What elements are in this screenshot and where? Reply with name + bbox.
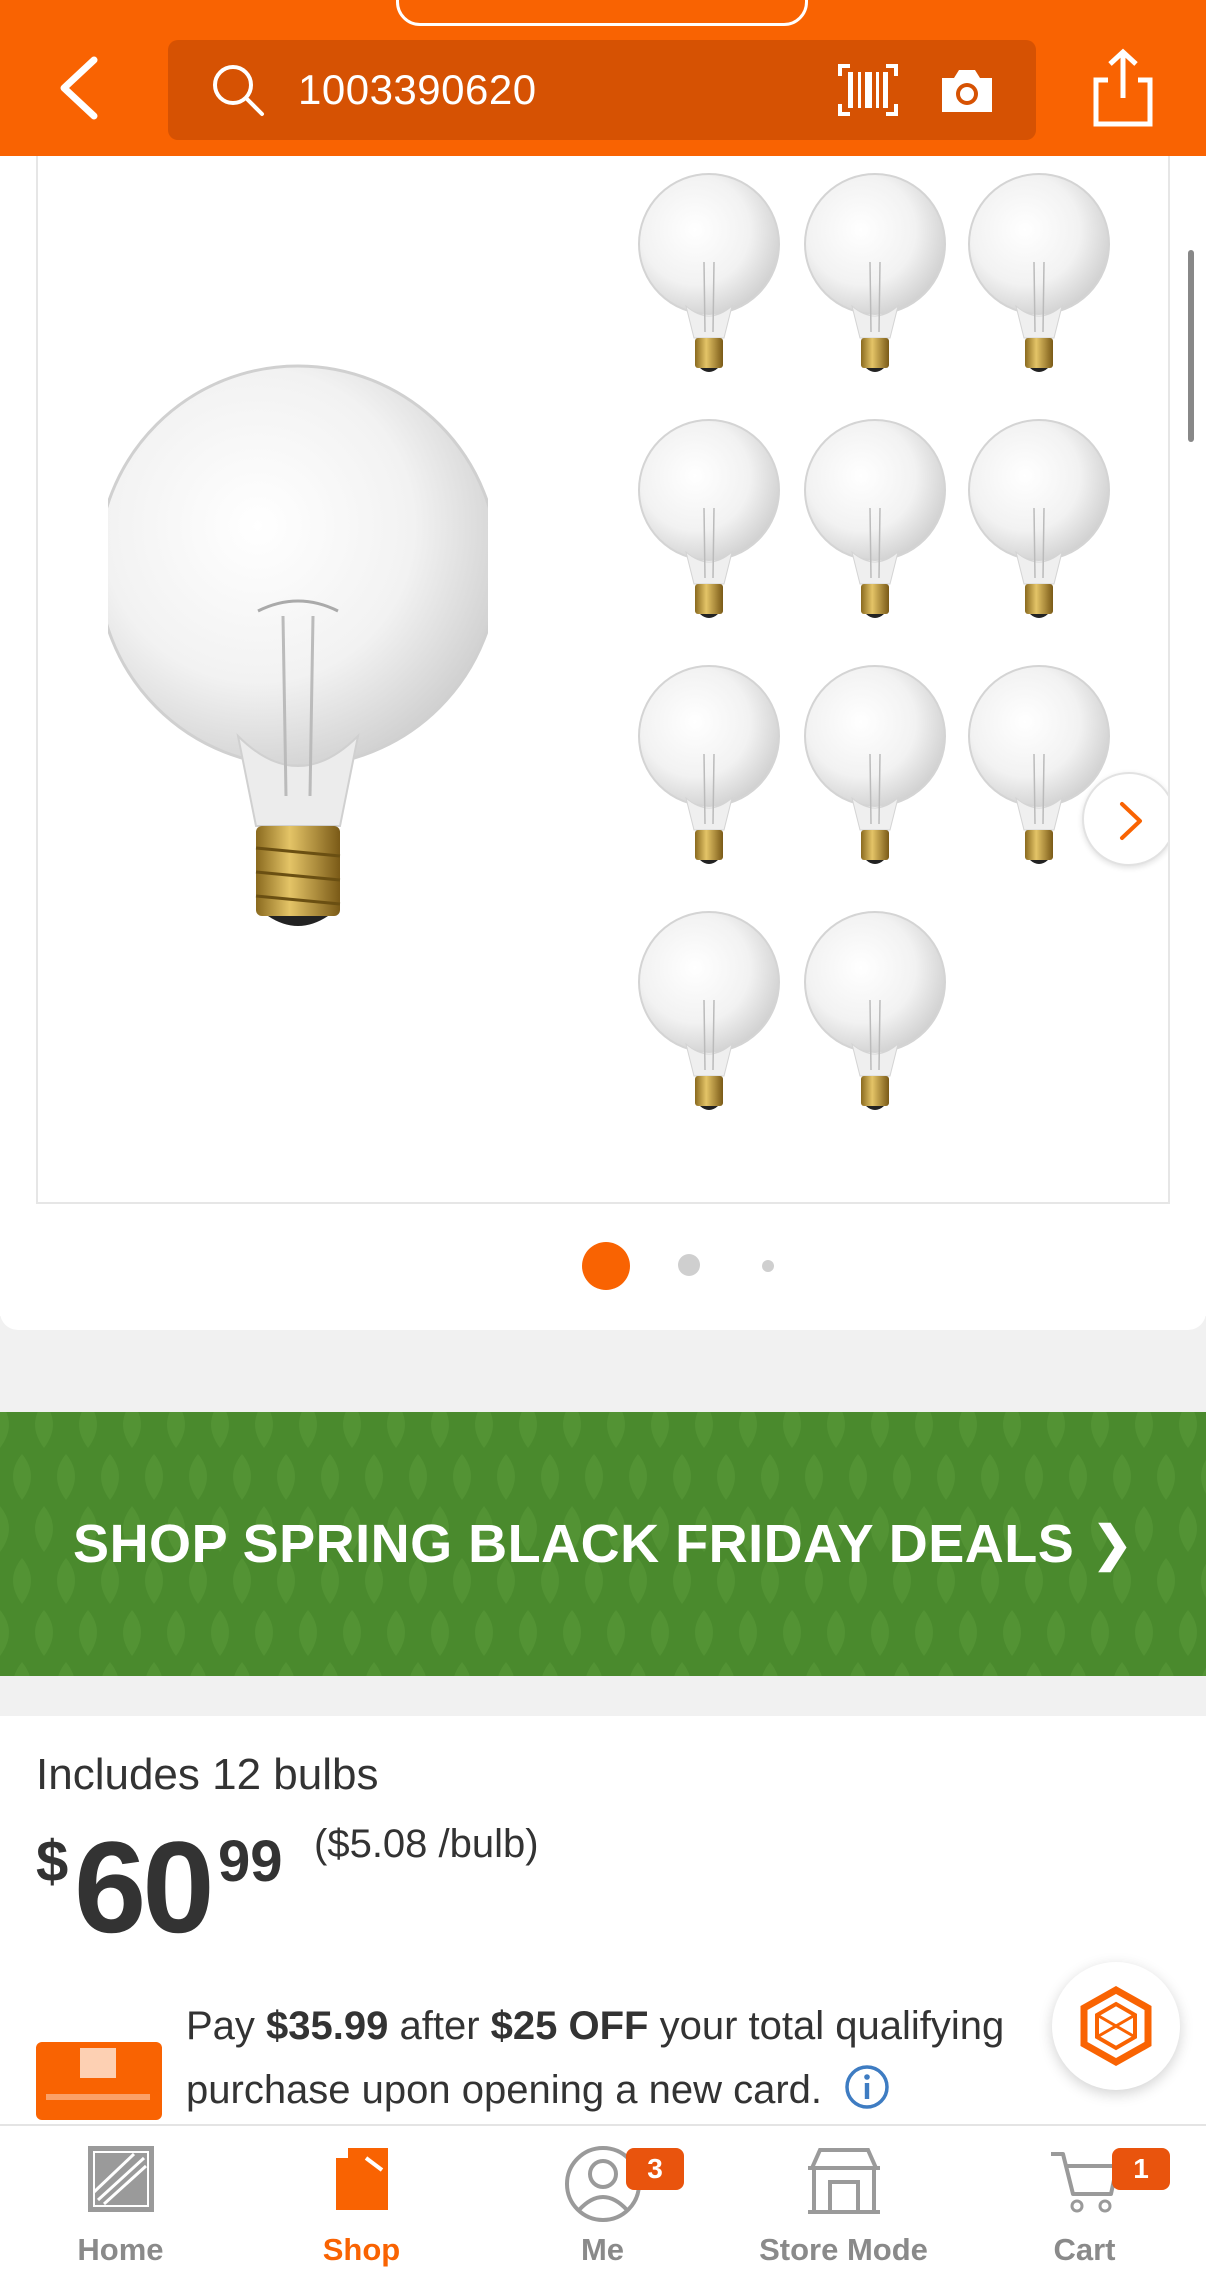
home-depot-logo-icon (87, 2146, 154, 2212)
hexagon-logo-icon (1080, 1986, 1152, 2066)
promo-banner[interactable]: SHOP SPRING BLACK FRIDAY DEALS ❯ (0, 1412, 1206, 1676)
nav-shop[interactable]: Shop (241, 2126, 482, 2288)
back-button[interactable] (52, 52, 108, 124)
price-cents: 99 (218, 1829, 283, 1894)
page-dot[interactable] (678, 1254, 700, 1276)
chevron-right-icon: ❯ (1092, 1518, 1133, 1571)
nav-me-label: Me (580, 2232, 625, 2267)
pack-bulb-image (638, 665, 780, 864)
top-app-bar: 1003390620 (0, 0, 1206, 156)
pack-bulb-image (968, 173, 1110, 372)
share-button[interactable] (1090, 46, 1156, 130)
price-currency: $ (36, 1829, 69, 1894)
pack-bulb-image (804, 419, 946, 618)
nav-store-mode-label: Store Mode (759, 2232, 928, 2267)
scrollbar[interactable] (1188, 250, 1194, 442)
chat-assistant-button[interactable] (1052, 1962, 1180, 2090)
pack-bulb-image (638, 419, 780, 618)
promo-label: SHOP SPRING BLACK FRIDAY DEALS (73, 1514, 1075, 1574)
nav-cart[interactable]: 1 Cart (964, 2126, 1205, 2288)
pack-bulb-image (804, 173, 946, 372)
bulb-count-text: Includes 12 bulbs (36, 1750, 379, 1799)
back-arrow-icon (60, 56, 98, 120)
status-pill (396, 0, 808, 26)
pack-bulb-image (638, 911, 780, 1110)
section-divider (0, 1316, 1206, 1416)
nav-home[interactable]: Home (0, 2126, 241, 2288)
price-per-unit: ($5.08 /bulb) (314, 1822, 539, 1866)
carousel-next-button[interactable] (1082, 772, 1168, 866)
main-bulb-image (108, 364, 488, 926)
carousel-pagination (0, 1238, 1206, 1294)
nav-store-mode[interactable]: Store Mode (723, 2126, 964, 2288)
pack-bulb-image (968, 419, 1110, 618)
offer-discount: $25 OFF (490, 2004, 649, 2048)
info-icon[interactable] (843, 2063, 891, 2111)
gallery-card-bottom (0, 1310, 1206, 1330)
price-whole: 60 (74, 1814, 215, 1960)
share-icon (1093, 48, 1153, 127)
barcode-icon[interactable] (836, 62, 900, 118)
camera-icon[interactable] (938, 64, 996, 116)
bottom-navigation: Home Shop 3 Me Store Mode 1 Cart (0, 2124, 1206, 2288)
nav-me[interactable]: 3 Me (482, 2126, 723, 2288)
search-icon (213, 65, 264, 116)
store-icon (807, 2148, 880, 2214)
credit-card-image (36, 2042, 162, 2120)
search-bar[interactable]: 1003390620 (168, 40, 1036, 140)
cart-count-badge: 1 (1112, 2148, 1170, 2190)
pack-bulb-image (804, 665, 946, 864)
home-depot-logo-icon (80, 2048, 116, 2078)
section-divider (0, 1676, 1206, 1716)
card-offer-text: Pay $35.99 after $25 OFF your total qual… (186, 2004, 1005, 2112)
page-dot[interactable] (762, 1260, 774, 1272)
pack-bulb-image (638, 173, 780, 372)
nav-home-label: Home (77, 2232, 164, 2267)
product-image-carousel[interactable] (36, 156, 1170, 1204)
offer-pay-amount: $35.99 (266, 2004, 389, 2048)
nav-cart-label: Cart (1053, 2232, 1116, 2267)
shop-bag-icon (335, 2148, 388, 2210)
chevron-right-icon (1120, 802, 1142, 840)
search-input[interactable]: 1003390620 (298, 66, 537, 114)
page-dot-active[interactable] (582, 1242, 630, 1290)
pack-bulb-image (804, 911, 946, 1110)
nav-shop-label: Shop (322, 2232, 401, 2267)
cart-icon (1050, 2152, 1119, 2213)
me-notification-badge: 3 (626, 2148, 684, 2190)
